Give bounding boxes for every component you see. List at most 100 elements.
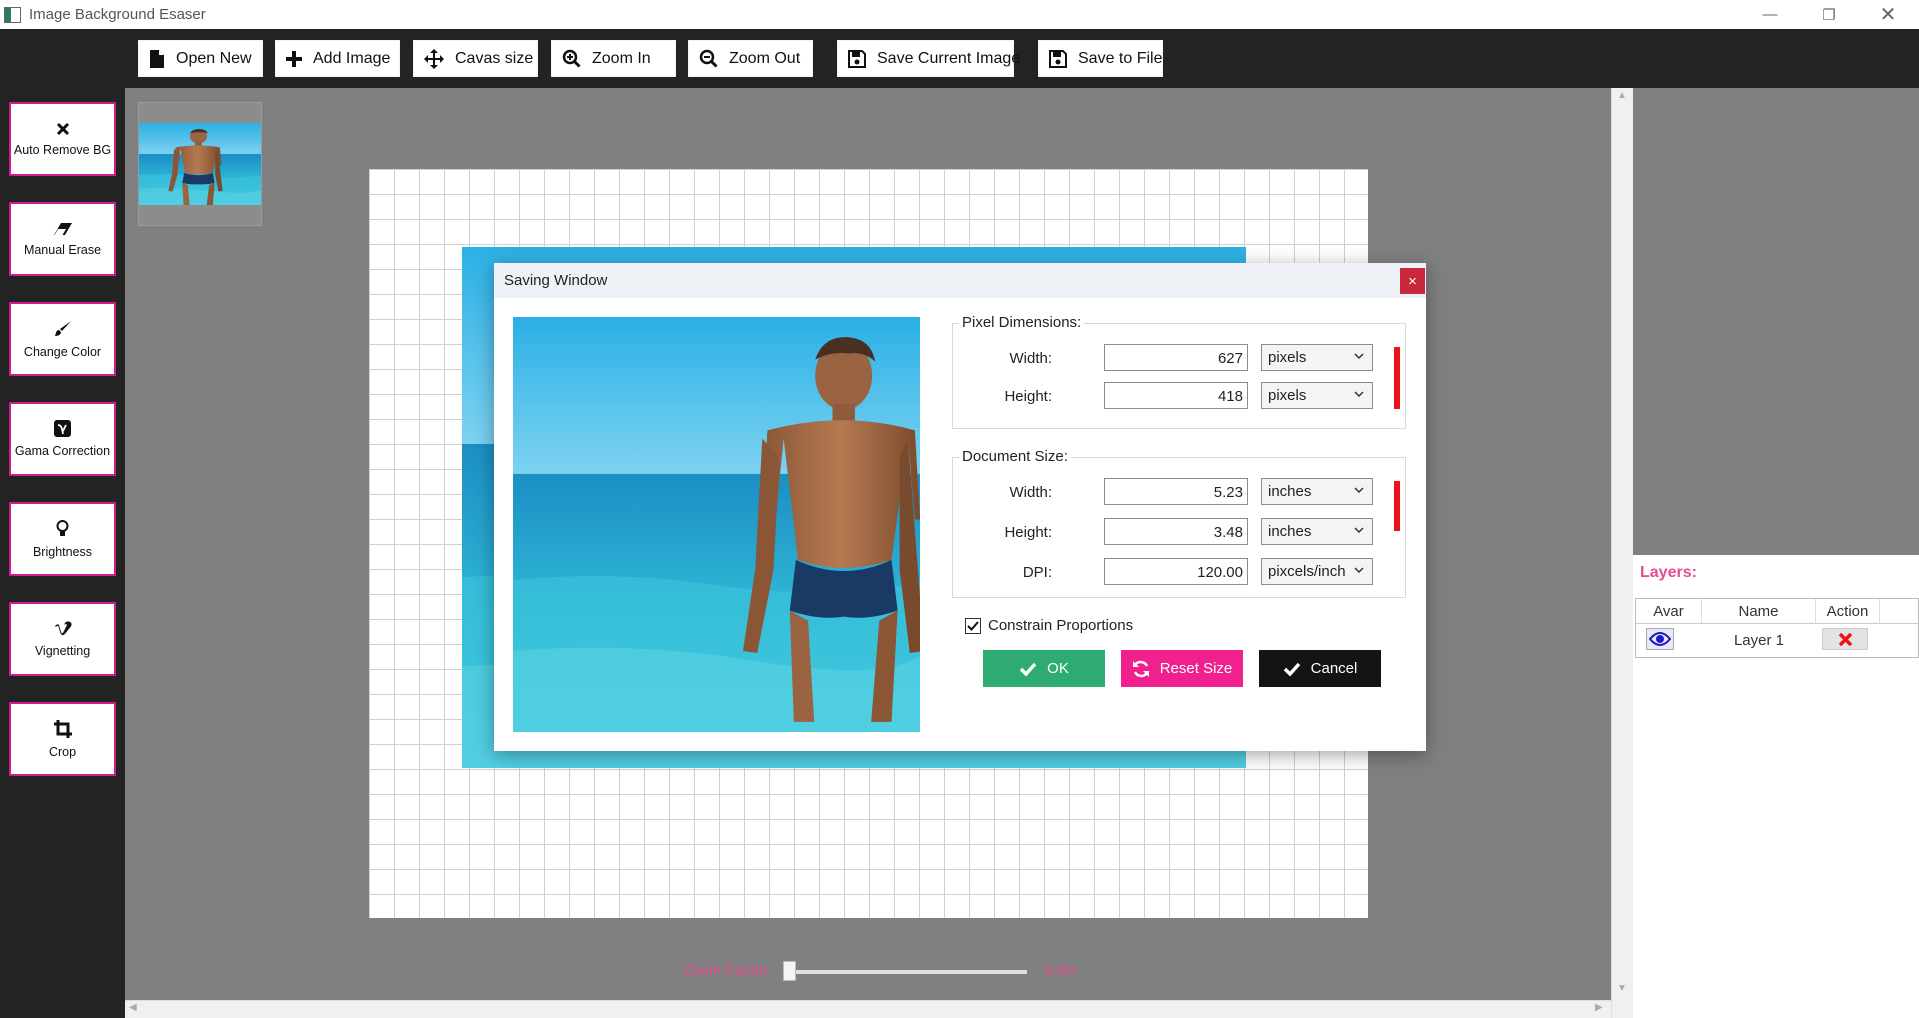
pixel-width-unit: pixels — [1268, 349, 1307, 366]
crop-icon — [53, 719, 72, 738]
brush-icon — [54, 320, 71, 336]
vertical-scrollbar[interactable]: ▲ ▼ — [1611, 88, 1633, 1018]
save-to-file-button[interactable]: Save to File — [1038, 40, 1163, 77]
column-header-name[interactable]: Name — [1702, 599, 1816, 624]
dialog-header: Saving Window × — [494, 263, 1426, 298]
scroll-right-icon[interactable]: ▶ — [1595, 1002, 1603, 1013]
delete-layer-button[interactable] — [1822, 628, 1868, 650]
auto-remove-bg-button[interactable]: Auto Remove BG — [9, 102, 116, 176]
scroll-down-icon[interactable]: ▼ — [1617, 983, 1627, 994]
pixel-link-indicator — [1394, 347, 1400, 409]
crop-button[interactable]: Crop — [9, 702, 116, 776]
zoom-out-label: Zoom Out — [729, 49, 801, 67]
doc-height-unit-select[interactable]: inches — [1261, 518, 1373, 545]
pixel-dimensions-label: Pixel Dimensions: — [959, 314, 1085, 331]
lightbulb-icon — [56, 519, 69, 536]
reset-size-label: Reset Size — [1159, 660, 1233, 677]
pixel-height-label: Height: — [1004, 388, 1052, 405]
restore-icon[interactable]: ❐ — [1806, 0, 1852, 29]
change-color-button[interactable]: Change Color — [9, 302, 116, 376]
change-color-label: Change Color — [23, 344, 102, 359]
chevron-down-icon — [1354, 487, 1364, 494]
vignetting-label: Vignetting — [34, 643, 91, 658]
pixel-width-input[interactable] — [1104, 344, 1248, 371]
dpi-input[interactable] — [1104, 558, 1248, 585]
x-icon — [56, 122, 69, 135]
minimize-icon[interactable]: — — [1747, 0, 1793, 29]
zoom-in-label: Zoom In — [592, 49, 651, 67]
image-thumbnail[interactable] — [138, 102, 262, 226]
zoom-in-button[interactable]: Zoom In — [551, 40, 676, 77]
app-icon — [4, 6, 21, 23]
chevron-down-icon — [1354, 567, 1364, 574]
dpi-unit: pixcels/inch — [1268, 563, 1346, 580]
document-link-indicator — [1394, 481, 1400, 531]
pixel-height-input[interactable] — [1104, 382, 1248, 409]
horizontal-scrollbar[interactable]: ◀ ▶ — [125, 1000, 1611, 1018]
eye-icon — [1649, 632, 1671, 646]
floppy-icon — [1049, 49, 1067, 68]
dpi-label: DPI: — [1022, 564, 1052, 581]
vimeo-icon — [54, 620, 72, 635]
vignetting-button[interactable]: Vignetting — [9, 602, 116, 676]
manual-erase-button[interactable]: Manual Erase — [9, 202, 116, 276]
pixel-height-unit-select[interactable]: pixels — [1261, 382, 1373, 409]
brightness-button[interactable]: Brightness — [9, 502, 116, 576]
close-icon[interactable]: ✕ — [1865, 0, 1911, 29]
save-current-image-label: Save Current Image — [877, 49, 1021, 67]
plus-icon — [286, 50, 302, 67]
zoom-slider-handle[interactable] — [783, 961, 796, 981]
visibility-toggle[interactable] — [1646, 628, 1674, 650]
manual-erase-label: Manual Erase — [23, 242, 102, 257]
table-row[interactable]: Layer 1 — [1636, 625, 1918, 657]
add-image-button[interactable]: Add Image — [275, 40, 400, 77]
gamma-correction-label: Gama Correction — [14, 444, 111, 458]
dpi-unit-select[interactable]: pixcels/inch — [1261, 558, 1373, 585]
save-current-image-button[interactable]: Save Current Image — [837, 40, 1020, 77]
constrain-proportions-checkbox[interactable] — [965, 618, 981, 634]
zoom-out-button[interactable]: Zoom Out — [688, 40, 813, 77]
add-image-label: Add Image — [313, 49, 391, 67]
reset-size-button[interactable]: Reset Size — [1121, 650, 1243, 687]
layers-title: Layers: — [1640, 564, 1697, 581]
ok-label: OK — [1047, 660, 1069, 677]
pixel-height-unit: pixels — [1268, 387, 1307, 404]
dialog-close-button[interactable]: × — [1400, 268, 1425, 294]
save-to-file-label: Save to File — [1078, 49, 1163, 67]
canvas-size-button[interactable]: Cavas size — [413, 40, 538, 77]
doc-width-unit-select[interactable]: inches — [1261, 478, 1373, 505]
scroll-left-icon[interactable]: ◀ — [129, 1002, 137, 1013]
move-arrows-icon — [424, 48, 444, 69]
tool-sidebar: Auto Remove BG Manual Erase Change Color… — [0, 88, 125, 1018]
zoom-slider-track[interactable] — [783, 970, 1027, 974]
column-header-action[interactable]: Action — [1816, 599, 1880, 624]
chevron-down-icon — [1354, 527, 1364, 534]
zoom-in-icon — [562, 49, 581, 68]
document-size-label: Document Size: — [959, 448, 1071, 465]
layer-name: Layer 1 — [1733, 632, 1785, 649]
cancel-button[interactable]: Cancel — [1259, 650, 1381, 687]
chevron-down-icon — [1354, 391, 1364, 398]
preview-image — [513, 317, 920, 732]
pixel-width-unit-select[interactable]: pixels — [1261, 344, 1373, 371]
doc-height-label: Height: — [1004, 524, 1052, 541]
constrain-proportions-label: Constrain Proportions — [988, 617, 1134, 634]
zoom-out-icon — [699, 49, 718, 68]
open-new-button[interactable]: Open New — [138, 40, 263, 77]
column-header-avar[interactable]: Avar — [1636, 599, 1702, 624]
saving-dialog: Saving Window × Pixel Dimensions: Width:… — [494, 263, 1426, 751]
crop-label: Crop — [48, 744, 77, 759]
zoom-factor-label: Zoom Factor — [683, 962, 769, 979]
gamma-correction-button[interactable]: Gama Correction — [9, 402, 116, 476]
pixel-dimensions-group — [952, 323, 1406, 429]
doc-width-label: Width: — [1009, 484, 1052, 501]
delete-x-icon — [1838, 632, 1852, 646]
ok-button[interactable]: OK — [983, 650, 1105, 687]
eraser-icon — [53, 222, 72, 235]
doc-height-unit: inches — [1268, 523, 1312, 540]
check-icon — [1283, 662, 1300, 676]
scroll-up-icon[interactable]: ▲ — [1617, 90, 1627, 101]
doc-width-input[interactable] — [1104, 478, 1248, 505]
doc-height-input[interactable] — [1104, 518, 1248, 545]
window-title: Image Background Esaser — [29, 6, 206, 23]
